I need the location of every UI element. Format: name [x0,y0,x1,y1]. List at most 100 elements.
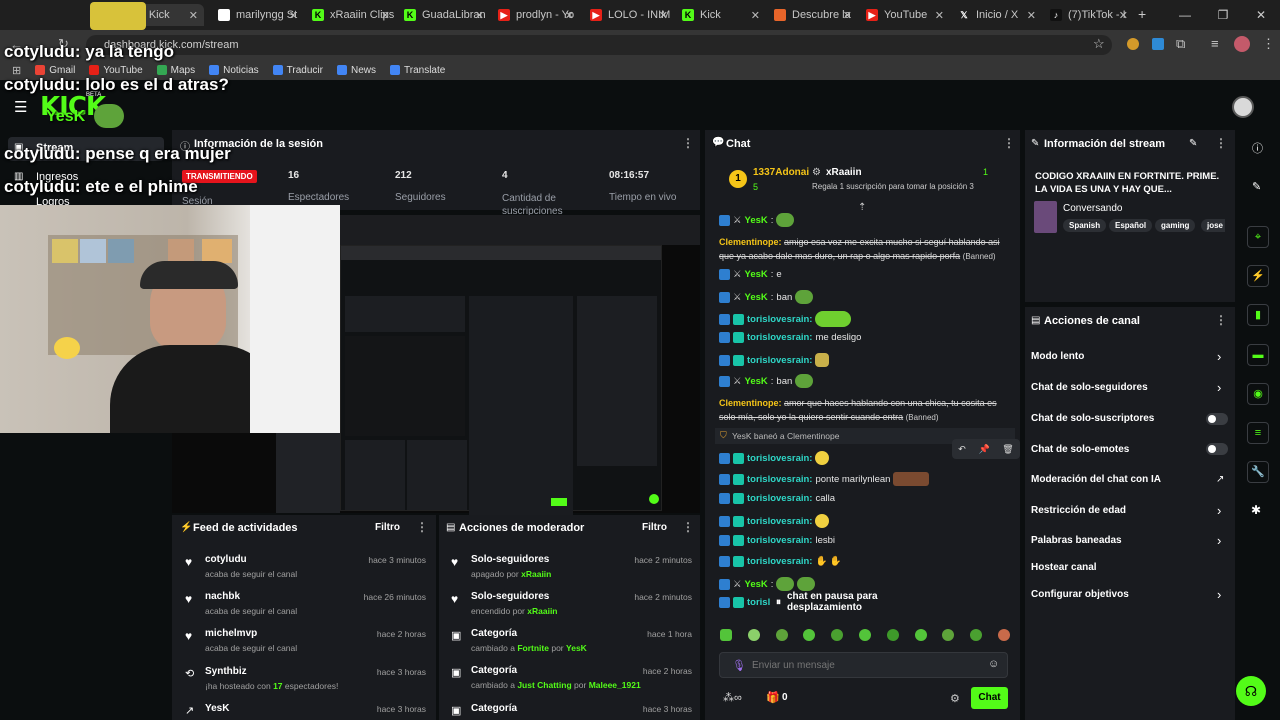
browser-menu-icon[interactable]: ⋮ [1262,36,1275,52]
close-icon[interactable]: ✕ [289,9,298,22]
activity-name[interactable]: michelmvp [205,628,257,639]
bookmark-star-icon[interactable]: ☆ [1093,36,1105,52]
settings-gear-icon[interactable]: ⚙ [950,692,960,705]
emote-icon[interactable] [886,629,899,641]
channel-action-banned-words[interactable]: Palabras baneadas [1031,535,1122,546]
mod-action-user[interactable]: xRaaiin [521,569,551,579]
chat-username[interactable]: torislovesrain: [747,556,812,567]
undo-icon[interactable]: ↶ [958,444,966,455]
chat-paused-banner[interactable]: ⏸ chat en pausa para desplazamiento [772,591,952,613]
browser-tab[interactable]: ▶ YouTube ✕ [860,4,950,26]
subscribers-only-toggle[interactable] [1206,413,1228,425]
close-icon[interactable]: ✕ [659,9,668,22]
close-icon[interactable]: ✕ [189,9,198,22]
emote-icon[interactable] [747,629,760,641]
extensions-puzzle-icon[interactable]: ⧉ [1176,36,1185,52]
bookmark-news[interactable]: News [336,65,376,76]
more-icon[interactable]: ⋮ [1215,136,1227,150]
emote-icon[interactable] [914,629,927,641]
chat-message-input[interactable] [752,657,972,673]
chat-username[interactable]: torislovesrain: [747,355,812,366]
mod-action-user[interactable]: YesK [566,643,587,653]
browser-tab[interactable]: KxRaaiin Clips ✕ [306,4,396,26]
mod-action-user[interactable]: xRaaiin [527,606,557,616]
channel-action-ai-moderation[interactable]: Moderación del chat con IA [1031,474,1161,485]
tag[interactable]: jose [1201,219,1225,232]
emote-icon[interactable] [720,629,732,641]
pencil-icon[interactable]: ✎ [1252,180,1261,193]
chat-username[interactable]: YesK [745,579,768,590]
bookmark-gmail[interactable]: Gmail [35,65,75,76]
more-icon[interactable]: ⋮ [1215,313,1227,327]
pinned-channel[interactable]: xRaaiin [826,167,862,178]
chat-username[interactable]: YesK [745,376,768,387]
browser-tab[interactable]: Descubre la ✕ [768,4,858,26]
chat-username[interactable]: torisl [747,597,770,608]
pinned-promo[interactable]: Regala 1 suscripción para tomar la posic… [812,182,974,191]
chat-username[interactable]: torislovesrain: [747,535,812,546]
filter-button[interactable]: Filtro [642,522,667,533]
emote-icon[interactable] [942,629,955,641]
browser-tab[interactable]: ▶ LOLO - INIM ✕ [584,4,674,26]
bolt-icon[interactable]: ⚡ [1247,265,1269,287]
edit-icon[interactable]: ✎ [1189,138,1197,149]
browser-tab[interactable]: marilyngg St ✕ [212,4,304,26]
close-icon[interactable]: ✕ [1119,9,1128,22]
activity-name[interactable]: cotyludu [205,554,247,565]
extension-icon[interactable] [1127,38,1139,50]
media-icon[interactable]: ≡ [1211,36,1219,51]
bookmark-youtube[interactable]: YouTube [89,65,143,76]
chat-username[interactable]: torislovesrain: [747,453,812,464]
chat-username[interactable]: Clementinope: [719,398,782,408]
activity-name[interactable]: YesK [205,703,229,714]
close-icon[interactable]: ✕ [843,9,852,22]
browser-tab[interactable]: K Kick ✕ [676,4,766,26]
bookmark-maps[interactable]: Maps [156,65,195,76]
channel-action-followers-only[interactable]: Chat de solo-seguidores [1031,382,1148,393]
emoji-icon[interactable]: ☺ [988,658,999,670]
pinned-user[interactable]: 1337Adonai [753,167,809,178]
external-link-icon[interactable]: ↗ [1216,474,1224,485]
channel-action-subscribers-only[interactable]: Chat de solo-suscriptores [1031,413,1154,424]
chevron-right-icon[interactable]: › [1217,380,1221,395]
tag[interactable]: Spanish [1063,219,1107,232]
emote-icon[interactable] [803,629,816,641]
url-field[interactable]: dashboard.kick.com/stream [86,35,1112,55]
chat-username[interactable]: YesK [745,292,768,303]
channel-action-age-restriction[interactable]: Restricción de edad [1031,505,1126,516]
maximize-icon[interactable]: ❐ [1204,0,1242,30]
tag[interactable]: gaming [1155,219,1196,232]
browser-tab[interactable]: 𝕏 Inicio / X ✕ [952,4,1042,26]
close-icon[interactable]: ✕ [935,9,944,22]
filter-button[interactable]: Filtro [375,522,400,533]
pin-icon[interactable]: 📌 [978,444,989,455]
trash-icon[interactable]: 🗑 [1002,444,1013,455]
channel-action-host[interactable]: Hostear canal [1031,562,1097,573]
chat-username[interactable]: torislovesrain: [747,516,812,527]
emote-icon[interactable] [831,629,844,641]
more-icon[interactable]: ⋮ [682,136,694,150]
chevron-right-icon[interactable]: › [1217,587,1221,602]
chevron-right-icon[interactable]: › [1217,349,1221,364]
stream-category[interactable]: Conversando [1063,203,1122,214]
mod-action-category[interactable]: Just Chatting [517,680,571,690]
more-icon[interactable]: ⋮ [416,520,428,534]
user-avatar[interactable] [1232,96,1254,118]
chat-username[interactable]: torislovesrain: [747,332,812,343]
channel-action-goals[interactable]: Configurar objetivos [1031,589,1129,600]
chat-input-box[interactable]: 🎙 ☺ [719,652,1008,678]
close-icon[interactable]: ✕ [751,9,760,22]
emote-icon[interactable] [858,629,871,641]
chat-username[interactable]: Clementinope: [719,237,782,247]
close-icon[interactable]: ✕ [565,9,574,22]
microphone-icon[interactable]: 🎙 [732,659,746,672]
bookmark-noticias[interactable]: Noticias [209,65,259,76]
window-close-icon[interactable]: ✕ [1242,0,1280,30]
more-icon[interactable]: ⋮ [1003,136,1015,150]
send-chat-button[interactable]: Chat [971,687,1008,709]
browser-tab[interactable]: K GuadaLibran ✕ [398,4,490,26]
bookmark-translate[interactable]: Translate [390,65,445,76]
chevron-right-icon[interactable]: › [1217,533,1221,548]
document-icon[interactable]: ▮ [1247,304,1269,326]
minimize-icon[interactable]: — [1166,0,1204,30]
